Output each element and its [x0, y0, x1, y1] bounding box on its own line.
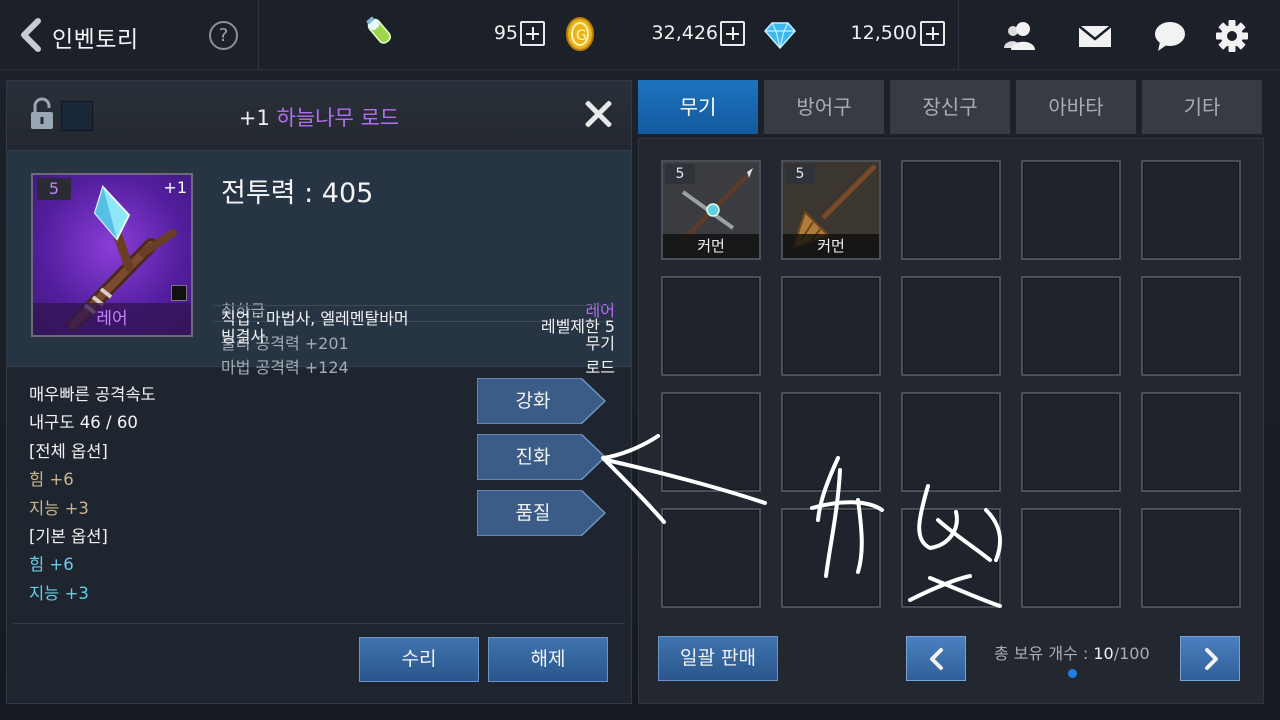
inventory-slot[interactable] — [901, 392, 1001, 492]
inventory-slot[interactable] — [781, 508, 881, 608]
item-count: 총 보유 개수 : 10/100 — [994, 640, 1150, 664]
inventory-slot[interactable] — [1141, 276, 1241, 376]
inventory-slot[interactable] — [901, 160, 1001, 260]
combat-power: 전투력 : 405 — [221, 178, 374, 209]
gem-value: 12,500 — [850, 22, 917, 44]
inventory-slot[interactable] — [661, 508, 761, 608]
enhance-button-label: 강화 — [515, 390, 551, 412]
prev-page-button[interactable] — [906, 636, 966, 681]
chevron-right-icon — [1205, 648, 1218, 670]
chat-icon[interactable] — [1152, 18, 1188, 54]
tab-armor[interactable]: 방어구 — [764, 80, 884, 134]
tab-weapon[interactable]: 무기 — [638, 80, 758, 134]
inventory-slot-broom[interactable]: 5 커먼 — [781, 160, 881, 260]
inventory-slot[interactable] — [1021, 508, 1121, 608]
next-page-button[interactable] — [1180, 636, 1240, 681]
add-stamina-button[interactable] — [520, 21, 545, 46]
inventory-slot-spear[interactable]: 5 커먼 — [661, 160, 761, 260]
inventory-slot[interactable] — [1141, 392, 1241, 492]
all-option-int: 지능 +3 — [29, 498, 89, 518]
item-detail-panel: +1 하늘나무 로드 5 +1 레어 전투력: 405 최하급 레어 물리 공… — [6, 80, 632, 704]
inventory-panel: 무기 방어구 장신구 아바타 기타 5 커먼 5 커먼 일괄 판매 총 보유 개… — [638, 80, 1264, 704]
friends-icon[interactable] — [1002, 18, 1038, 54]
durability: 내구도 46 / 60 — [29, 413, 138, 433]
inventory-slot[interactable] — [1021, 276, 1121, 376]
inventory-slot[interactable] — [661, 276, 761, 376]
quality-button[interactable]: 품질 — [477, 490, 607, 536]
item-grade-label: 레어 — [33, 303, 191, 335]
inventory-slot[interactable] — [901, 508, 1001, 608]
svg-text:G: G — [576, 28, 587, 44]
add-gold-button[interactable] — [720, 21, 745, 46]
item-icon: 5 +1 레어 — [31, 173, 193, 337]
inventory-slot[interactable] — [781, 276, 881, 376]
item-title-level: +1 — [238, 106, 270, 130]
inventory-slot[interactable] — [1141, 160, 1241, 260]
attack-speed: 매우빠른 공격속도 — [29, 385, 156, 404]
inventory-slot[interactable] — [781, 392, 881, 492]
tab-accessory[interactable]: 장신구 — [890, 80, 1010, 134]
quality-button-label: 품질 — [515, 502, 551, 524]
item-options: 매우빠른 공격속도 내구도 46 / 60 [전체 옵션] 힘 +6 지능 +3… — [29, 381, 156, 608]
item-number-badge: 5 — [665, 164, 695, 184]
page-title: 인벤토리 — [52, 27, 139, 53]
inventory-slot[interactable] — [1021, 392, 1121, 492]
gold-value: 32,426 — [651, 22, 718, 44]
base-options-header: [기본 옵션] — [29, 526, 108, 546]
item-subtype: 로드 — [585, 358, 615, 377]
mail-icon[interactable] — [1077, 18, 1113, 54]
item-number-badge: 5 — [37, 178, 71, 200]
base-option-str: 힘 +6 — [29, 555, 74, 575]
tab-etc[interactable]: 기타 — [1142, 80, 1262, 134]
evolve-button[interactable]: 진화 — [477, 434, 607, 480]
item-detail-header: +1 하늘나무 로드 — [7, 81, 631, 151]
settings-gear-icon[interactable] — [1214, 18, 1250, 54]
inventory-slot[interactable] — [1141, 508, 1241, 608]
item-title: +1 하늘나무 로드 — [7, 102, 631, 132]
item-title-name: 하늘나무 로드 — [276, 106, 400, 130]
diamond-icon — [764, 20, 796, 50]
level-limit: 레벨제한 5 — [540, 317, 615, 336]
add-gem-button[interactable] — [920, 21, 945, 46]
unequip-button[interactable]: 해제 — [488, 637, 608, 682]
back-arrow-icon[interactable] — [16, 18, 46, 52]
item-grade-label: 커먼 — [663, 234, 759, 258]
all-options-header: [전체 옵션] — [29, 441, 108, 461]
evolve-button-label: 진화 — [515, 446, 551, 468]
divider — [213, 305, 615, 306]
inventory-slot[interactable] — [1021, 160, 1121, 260]
tab-avatar[interactable]: 아바타 — [1016, 80, 1136, 134]
help-icon[interactable]: ? — [209, 21, 238, 50]
item-grade-label: 커먼 — [783, 234, 879, 258]
base-option-int: 지능 +3 — [29, 583, 89, 603]
job-row: 직업 : 마법사, 엘레멘탈바머 빙결사 레벨제한 5 — [221, 310, 615, 346]
magic-atk-row: 마법 공격력 +124 로드 — [221, 354, 615, 378]
inventory-slot[interactable] — [901, 276, 1001, 376]
divider — [258, 0, 259, 70]
item-marker — [171, 285, 187, 301]
close-icon[interactable] — [583, 99, 613, 129]
chevron-left-icon — [930, 648, 943, 670]
item-count-value: 10 — [1093, 644, 1114, 663]
magic-attack: 마법 공격력 +124 — [221, 358, 349, 377]
stamina-value: 95 — [493, 22, 518, 44]
page-indicator-dot — [1068, 669, 1077, 678]
divider — [13, 623, 625, 624]
all-option-str: 힘 +6 — [29, 470, 74, 490]
item-count-max: /100 — [1113, 644, 1150, 663]
gold-coin-icon: G — [562, 16, 598, 52]
item-enhance-level: +1 — [163, 178, 187, 197]
inventory-slot[interactable] — [661, 392, 761, 492]
top-bar: 인벤토리 ? 95 G 32,426 12,500 — [0, 0, 1280, 70]
inventory-screen: 인벤토리 ? 95 G 32,426 12,500 +1 하늘나무 로드 5 +… — [0, 0, 1280, 720]
bulk-sell-button[interactable]: 일괄 판매 — [658, 636, 778, 681]
enhance-button[interactable]: 강화 — [477, 378, 607, 424]
stamina-potion-icon — [362, 14, 398, 50]
item-count-label: 총 보유 개수 : — [994, 644, 1094, 663]
repair-button[interactable]: 수리 — [359, 637, 479, 682]
item-number-badge: 5 — [785, 164, 815, 184]
divider — [958, 0, 959, 70]
